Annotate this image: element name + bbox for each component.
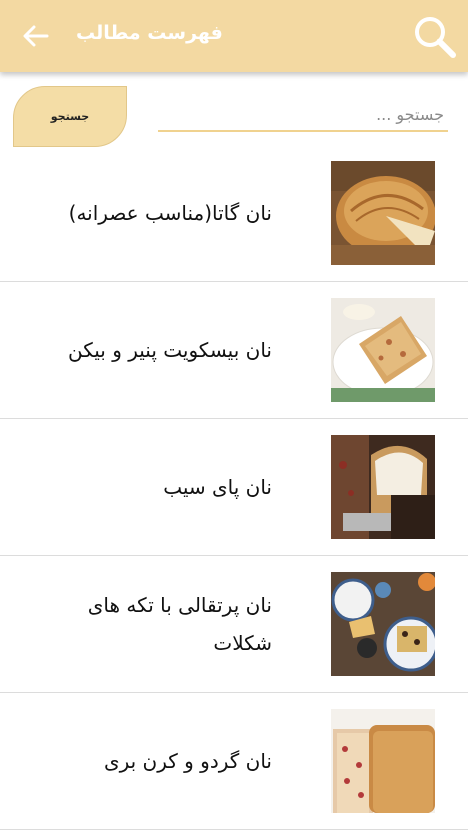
search-input[interactable]	[158, 98, 448, 132]
list-item[interactable]: نان پای سیب	[0, 419, 468, 556]
apple-pie-bread-thumbnail	[331, 435, 435, 539]
list-item[interactable]: نان پرتقالی با تکه های شکلات	[0, 556, 468, 693]
app-bar: فهرست مطالب	[0, 0, 468, 72]
item-title: نان گاتا(مناسب عصرانه)	[68, 201, 272, 225]
orange-chocolate-bread-thumbnail	[331, 572, 435, 676]
back-button[interactable]	[16, 18, 56, 54]
item-title: نان بیسکویت پنیر و بیکن	[67, 338, 272, 362]
list-item[interactable]: نان گردو و کرن بری	[0, 693, 468, 830]
search-icon	[415, 17, 456, 58]
list-item[interactable]: نان گاتا(مناسب عصرانه)	[0, 145, 468, 282]
page-title: فهرست مطالب	[76, 22, 223, 44]
arrow-left-icon	[23, 25, 49, 47]
recipe-list: نان گاتا(مناسب عصرانه) نان بیسکویت پنیر …	[0, 145, 468, 830]
search-button[interactable]: جستجو	[13, 86, 127, 147]
item-title: نان پای سیب	[163, 475, 272, 499]
search-row: جستجو	[0, 72, 468, 150]
gata-bread-thumbnail	[331, 161, 435, 265]
list-item[interactable]: نان بیسکویت پنیر و بیکن	[0, 282, 468, 419]
walnut-cranberry-bread-thumbnail	[331, 709, 435, 813]
item-title: نان پرتقالی با تکه های شکلات	[87, 593, 272, 655]
search-toggle-button[interactable]	[410, 12, 460, 62]
cheese-bacon-scone-thumbnail	[331, 298, 435, 402]
item-title: نان گردو و کرن بری	[103, 749, 272, 773]
